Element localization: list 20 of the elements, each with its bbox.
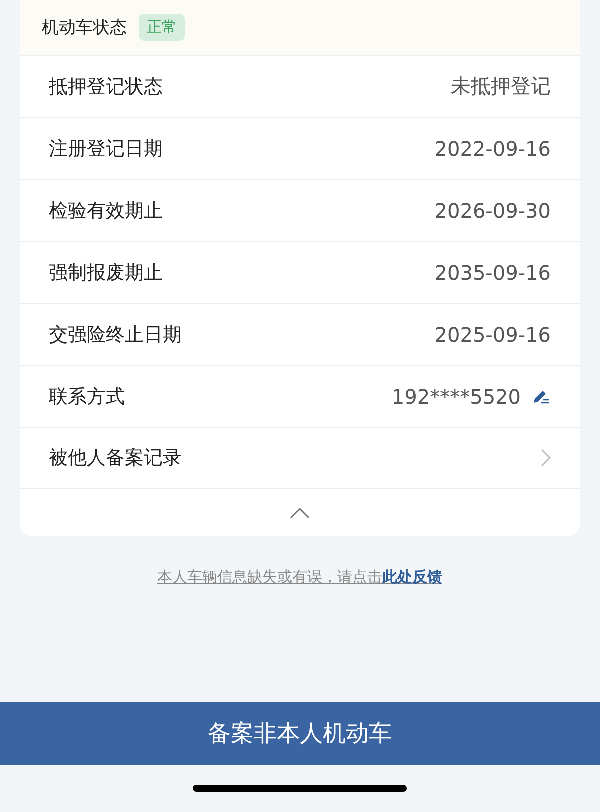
row-label: 交强险终止日期 [49,322,182,348]
row-label: 注册登记日期 [49,136,163,162]
row-value: 2026-09-30 [434,198,551,222]
row-label: 检验有效期止 [49,198,163,224]
row-value: 未抵押登记 [451,73,551,100]
row-value: 2035-09-16 [434,260,551,284]
row-value: 2025-09-16 [434,322,551,346]
row-value: 2022-09-16 [434,136,551,160]
register-vehicle-button[interactable]: 备案非本人机动车 [0,702,600,765]
row-label: 抵押登记状态 [49,74,163,100]
feedback-text: 本人车辆信息缺失或有误，请点击此处反馈 [156,568,444,587]
chevron-right-icon [541,449,551,467]
row-label: 联系方式 [49,384,125,410]
chevron-icon [290,506,310,518]
status-badge: 正常 [139,14,185,41]
row-label: 强制报废期止 [49,260,163,286]
home-indicator[interactable] [193,785,407,792]
row-value: 192****5520 [392,384,521,408]
status-label: 机动车状态 [42,17,127,39]
feedback-link[interactable]: 此处反馈 [382,568,442,586]
